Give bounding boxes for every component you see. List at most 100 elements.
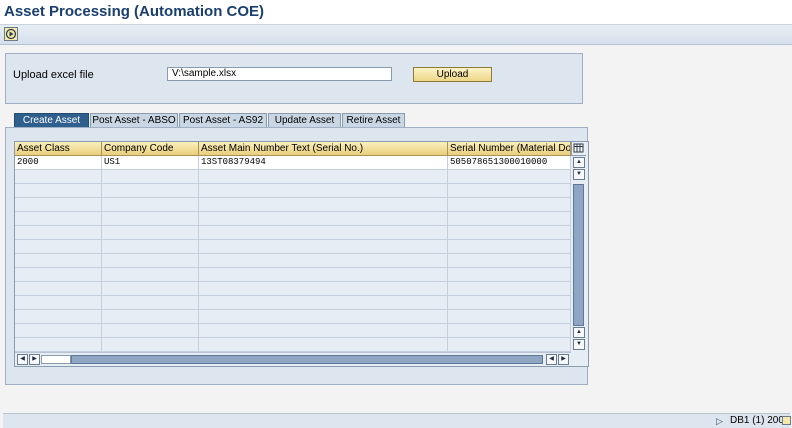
table-row[interactable]	[15, 268, 571, 282]
table-cell[interactable]	[15, 254, 102, 267]
scroll-down-icon[interactable]: ▼	[573, 339, 585, 350]
table-cell[interactable]	[199, 240, 448, 253]
table-cell[interactable]: 2000	[15, 156, 102, 169]
table-cell[interactable]	[448, 254, 571, 267]
table-cell[interactable]	[448, 240, 571, 253]
table-cell[interactable]	[448, 170, 571, 183]
table-cell[interactable]	[199, 282, 448, 295]
status-options-icon[interactable]	[782, 416, 791, 425]
scroll-left-icon[interactable]: ◀	[546, 354, 557, 365]
table-cell[interactable]	[102, 310, 199, 323]
table-row[interactable]	[15, 198, 571, 212]
table-cell[interactable]	[102, 338, 199, 351]
table-cell[interactable]	[448, 338, 571, 351]
table-cell[interactable]	[448, 324, 571, 337]
table-cell[interactable]	[102, 324, 199, 337]
table-row[interactable]	[15, 254, 571, 268]
table-cell[interactable]	[15, 170, 102, 183]
table-row[interactable]: 2000 US1 13ST08379494 505078651300010000	[15, 156, 571, 170]
table-cell[interactable]	[15, 282, 102, 295]
table-row[interactable]	[15, 212, 571, 226]
table-cell[interactable]	[448, 310, 571, 323]
table-row[interactable]	[15, 296, 571, 310]
table-cell[interactable]	[199, 226, 448, 239]
upload-file-input[interactable]: V:\sample.xlsx	[167, 67, 392, 81]
scroll-right-icon[interactable]: ▶	[29, 354, 40, 365]
table-cell[interactable]	[102, 240, 199, 253]
vertical-scrollbar[interactable]: ▲ ▼ ▲ ▼	[572, 156, 586, 352]
system-status-text: DB1 (1) 200	[730, 415, 784, 426]
table-cell[interactable]	[199, 254, 448, 267]
scroll-right-icon[interactable]: ▶	[558, 354, 569, 365]
table-cell[interactable]	[199, 170, 448, 183]
table-cell[interactable]	[199, 198, 448, 211]
grid-layout-icon[interactable]	[571, 142, 586, 156]
scroll-left-icon[interactable]: ◀	[17, 354, 28, 365]
column-header-asset-class[interactable]: Asset Class	[15, 142, 102, 156]
tab-create-asset[interactable]: Create Asset	[14, 113, 89, 127]
table-cell[interactable]	[199, 338, 448, 351]
tab-update-asset[interactable]: Update Asset	[268, 113, 341, 127]
table-cell[interactable]	[448, 184, 571, 197]
tab-post-asset-abso[interactable]: Post Asset - ABSO	[90, 113, 178, 127]
table-row[interactable]	[15, 170, 571, 184]
table-cell[interactable]	[102, 184, 199, 197]
table-row[interactable]	[15, 184, 571, 198]
table-row[interactable]	[15, 338, 571, 352]
table-cell[interactable]	[102, 296, 199, 309]
tab-post-asset-as92[interactable]: Post Asset - AS92	[179, 113, 267, 127]
upload-button[interactable]: Upload	[413, 67, 492, 82]
table-row[interactable]	[15, 226, 571, 240]
table-cell[interactable]	[15, 226, 102, 239]
table-cell[interactable]	[199, 296, 448, 309]
table-cell[interactable]	[102, 282, 199, 295]
column-header-serial-number[interactable]: Serial Number (Material Doc)	[448, 142, 571, 156]
table-cell[interactable]	[448, 198, 571, 211]
table-cell[interactable]	[15, 296, 102, 309]
status-expand-icon[interactable]: ▷	[716, 416, 723, 427]
table-cell[interactable]	[199, 310, 448, 323]
column-header-asset-main-number-text[interactable]: Asset Main Number Text (Serial No.)	[199, 142, 448, 156]
table-cell[interactable]	[102, 212, 199, 225]
table-cell[interactable]	[448, 212, 571, 225]
horizontal-scrollbar[interactable]: ◀ ▶ ◀ ▶	[15, 352, 571, 366]
table-cell[interactable]	[15, 240, 102, 253]
table-cell[interactable]	[15, 212, 102, 225]
asset-grid: Asset Class Company Code Asset Main Numb…	[14, 141, 589, 367]
table-cell[interactable]	[15, 268, 102, 281]
table-cell[interactable]: 505078651300010000	[448, 156, 571, 169]
table-cell[interactable]	[448, 282, 571, 295]
table-cell[interactable]	[15, 310, 102, 323]
table-cell[interactable]	[199, 324, 448, 337]
table-cell[interactable]	[448, 296, 571, 309]
table-cell[interactable]	[102, 268, 199, 281]
table-cell[interactable]	[102, 170, 199, 183]
table-row[interactable]	[15, 324, 571, 338]
table-row[interactable]	[15, 240, 571, 254]
scroll-down-icon[interactable]: ▼	[573, 169, 585, 180]
vertical-scroll-thumb[interactable]	[573, 184, 584, 326]
table-cell[interactable]	[102, 254, 199, 267]
scroll-up-icon[interactable]: ▲	[573, 157, 585, 168]
table-cell[interactable]: US1	[102, 156, 199, 169]
table-cell[interactable]	[15, 338, 102, 351]
table-cell[interactable]	[102, 198, 199, 211]
table-cell[interactable]	[15, 184, 102, 197]
execute-icon[interactable]	[4, 27, 18, 41]
horizontal-scroll-track[interactable]	[41, 355, 71, 364]
table-cell[interactable]	[448, 226, 571, 239]
tab-retire-asset[interactable]: Retire Asset	[342, 113, 405, 127]
table-cell[interactable]	[199, 268, 448, 281]
column-header-company-code[interactable]: Company Code	[102, 142, 199, 156]
table-cell[interactable]	[199, 184, 448, 197]
table-cell[interactable]	[15, 324, 102, 337]
table-cell[interactable]	[199, 212, 448, 225]
table-cell[interactable]: 13ST08379494	[199, 156, 448, 169]
table-cell[interactable]	[448, 268, 571, 281]
table-cell[interactable]	[102, 226, 199, 239]
table-row[interactable]	[15, 310, 571, 324]
horizontal-scroll-thumb[interactable]	[71, 355, 543, 364]
table-cell[interactable]	[15, 198, 102, 211]
table-row[interactable]	[15, 282, 571, 296]
scroll-up-icon[interactable]: ▲	[573, 327, 585, 338]
